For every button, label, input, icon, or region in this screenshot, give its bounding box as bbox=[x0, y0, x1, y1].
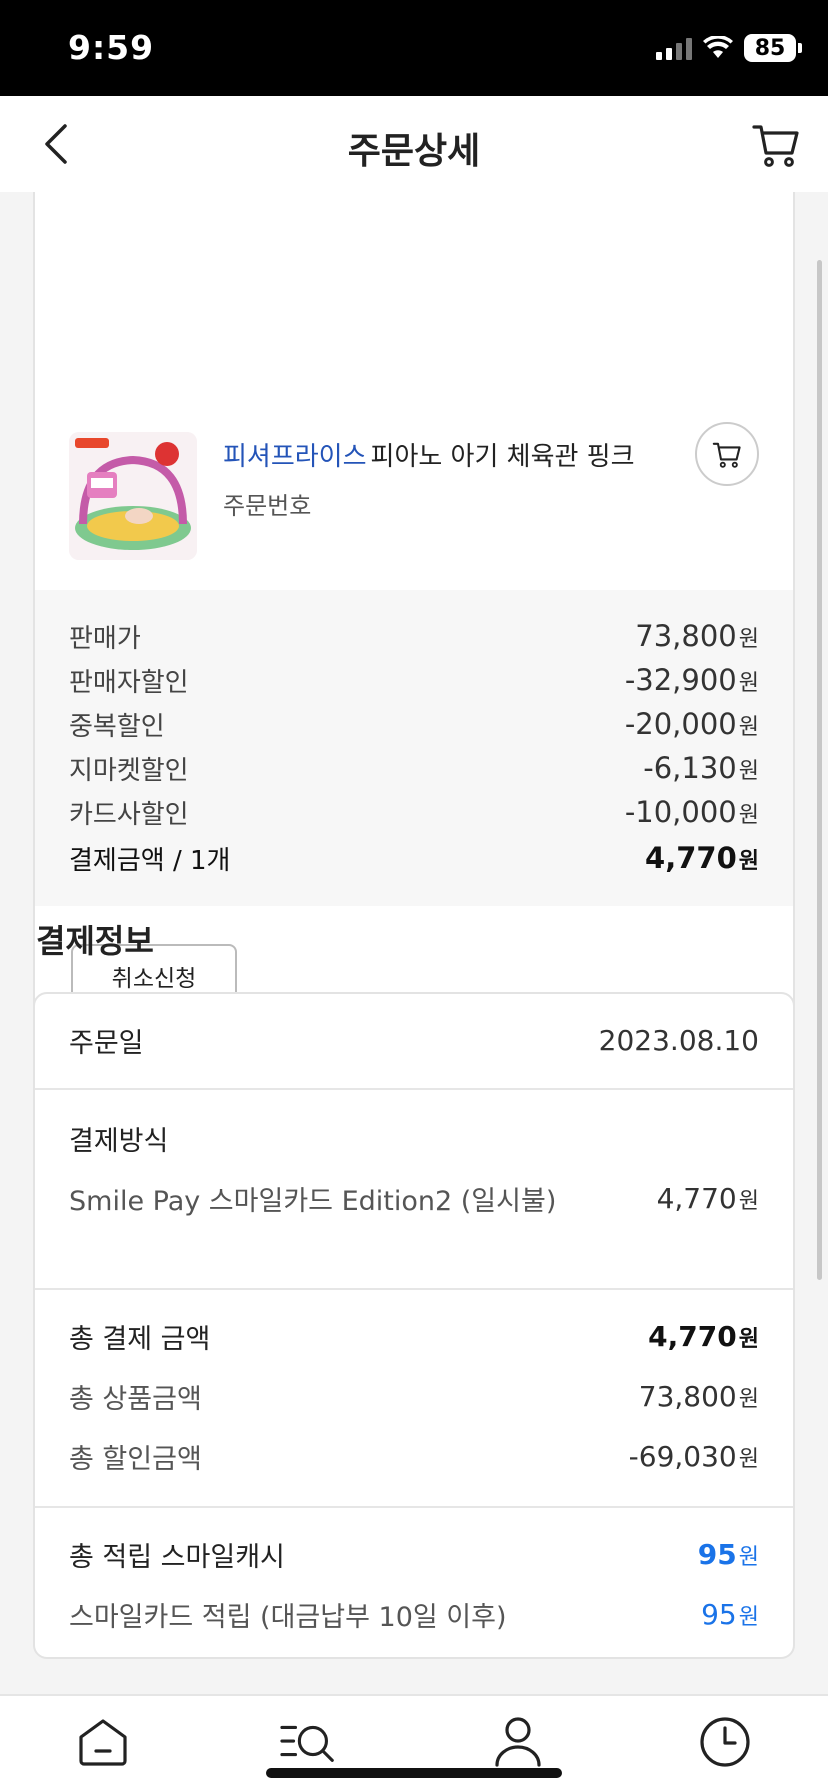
brand-link[interactable]: 피셔프라이스 bbox=[223, 442, 367, 472]
product-title[interactable]: 피셔프라이스 피아노 아기 체육관 핑크 bbox=[223, 436, 635, 473]
cart-icon bbox=[712, 442, 741, 468]
order-date-label: 주문일 bbox=[69, 1027, 144, 1059]
payment-method-value: Smile Pay 스마일카드 Edition2 (일시불) bbox=[69, 1185, 557, 1217]
card-reward-label: 스마일카드 적립 (대금납부 10일 이후) bbox=[69, 1601, 507, 1633]
add-to-cart-button[interactable] bbox=[695, 422, 759, 486]
product-total-label: 총 상품금액 bbox=[69, 1383, 202, 1415]
recent-history-icon bbox=[700, 1717, 750, 1767]
status-bar: 9:59 85 bbox=[0, 0, 828, 96]
price-label: 중복할인 bbox=[69, 711, 165, 742]
product-image bbox=[69, 432, 197, 560]
signal-icon bbox=[656, 36, 692, 60]
discount-total-amount: -69,030원 bbox=[628, 1439, 759, 1473]
card-reward-amount: 95원 bbox=[701, 1597, 759, 1631]
price-amount: 4,770원 bbox=[645, 841, 759, 875]
product-thumbnail[interactable] bbox=[69, 432, 197, 560]
product-total-amount: 73,800원 bbox=[638, 1379, 759, 1413]
nav-recent[interactable] bbox=[695, 1712, 755, 1772]
status-icons: 85 bbox=[656, 34, 802, 62]
price-row: 중복할인 -20,000원 bbox=[69, 704, 759, 744]
price-amount: -20,000원 bbox=[624, 707, 759, 741]
price-row: 판매가 73,800원 bbox=[69, 616, 759, 656]
product-row: 피셔프라이스 피아노 아기 체육관 핑크 주문번호 bbox=[35, 192, 793, 590]
discount-total-label: 총 할인금액 bbox=[69, 1443, 202, 1475]
price-amount: -6,130원 bbox=[643, 751, 759, 785]
nav-my-page[interactable] bbox=[488, 1712, 548, 1772]
smilecash-label: 총 적립 스마일캐시 bbox=[69, 1541, 285, 1573]
price-row: 판매자할인 -32,900원 bbox=[69, 660, 759, 700]
total-payment-amount: 4,770원 bbox=[648, 1319, 759, 1353]
order-date-block: 주문일 2023.08.10 bbox=[35, 994, 793, 1088]
home-icon bbox=[79, 1719, 127, 1766]
nav-category-search[interactable] bbox=[280, 1712, 340, 1772]
payment-method-label: 결제방식 bbox=[69, 1125, 169, 1157]
app-header: 주문상세 bbox=[0, 96, 828, 192]
category-search-icon bbox=[280, 1725, 334, 1762]
payment-total-block: 총 결제 금액 4,770원 총 상품금액 73,800원 총 할인금액 -69… bbox=[35, 1288, 793, 1506]
payment-method-amount: 4,770원 bbox=[656, 1181, 759, 1215]
nav-home[interactable] bbox=[73, 1712, 133, 1772]
smilecash-amount: 95원 bbox=[697, 1537, 759, 1571]
price-row: 지마켓할인 -6,130원 bbox=[69, 748, 759, 788]
price-label: 카드사할인 bbox=[69, 799, 189, 830]
price-amount: 73,800원 bbox=[635, 619, 759, 653]
wifi-icon bbox=[703, 36, 733, 58]
payment-info-card: 주문일 2023.08.10 결제방식 Smile Pay 스마일카드 Edit… bbox=[33, 992, 795, 1659]
status-time: 9:59 bbox=[68, 28, 155, 67]
price-label: 판매가 bbox=[69, 623, 141, 654]
price-label: 판매자할인 bbox=[69, 667, 189, 698]
product-name[interactable]: 피아노 아기 체육관 핑크 bbox=[371, 442, 635, 472]
my-page-icon bbox=[495, 1717, 541, 1767]
payment-amount-row: 결제금액 / 1개 4,770원 bbox=[69, 838, 759, 878]
total-payment-label: 총 결제 금액 bbox=[69, 1323, 211, 1355]
page-title: 주문상세 bbox=[347, 131, 481, 172]
cart-button[interactable] bbox=[746, 114, 806, 174]
payment-method-block: 결제방식 Smile Pay 스마일카드 Edition2 (일시불) 4,77… bbox=[35, 1088, 793, 1288]
payment-info-title: 결제정보 bbox=[36, 922, 154, 960]
scrollbar[interactable] bbox=[817, 260, 822, 1280]
order-number-label: 주문번호 bbox=[223, 492, 312, 520]
battery-indicator: 85 bbox=[744, 34, 802, 62]
reward-block: 총 적립 스마일캐시 95원 스마일카드 적립 (대금납부 10일 이후) 95… bbox=[35, 1506, 793, 1657]
price-breakdown: 판매가 73,800원 판매자할인 -32,900원 중복할인 -20,000원… bbox=[35, 590, 793, 906]
order-detail-content[interactable]: 피셔프라이스 피아노 아기 체육관 핑크 주문번호 판매가 73,800원 판매자… bbox=[0, 192, 828, 1694]
price-row: 카드사할인 -10,000원 bbox=[69, 792, 759, 832]
price-amount: -10,000원 bbox=[624, 795, 759, 829]
order-date-value: 2023.08.10 bbox=[598, 1023, 759, 1057]
price-label: 결제금액 / 1개 bbox=[69, 845, 231, 876]
price-label: 지마켓할인 bbox=[69, 755, 189, 786]
price-amount: -32,900원 bbox=[624, 663, 759, 697]
home-indicator bbox=[266, 1768, 562, 1778]
cart-icon bbox=[752, 125, 799, 167]
